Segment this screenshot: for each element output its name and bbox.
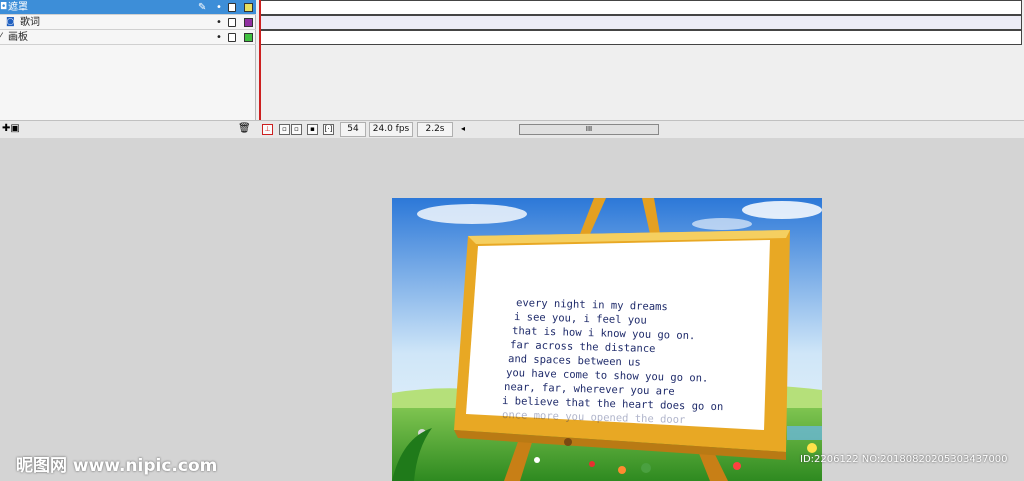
scroll-left-icon[interactable]: ◂ [461, 124, 465, 133]
layer-color-swatch[interactable] [244, 3, 253, 12]
stage-illustration: every night in my dreams i see you, i fe… [392, 198, 822, 481]
lock-icon[interactable] [228, 33, 236, 42]
horizontal-scrollbar[interactable]: III [519, 124, 659, 135]
stage-canvas[interactable]: every night in my dreams i see you, i fe… [392, 198, 822, 481]
layer-name: 歌词 [20, 17, 40, 28]
edit-multiple-frames-icon[interactable]: ▪ [307, 124, 318, 135]
layer-name: 画板 [8, 32, 28, 43]
layer-name: 遮罩 [8, 2, 28, 13]
watermark-id: ID:2206122 NO:20180820205303437000 [800, 454, 1008, 465]
lock-icon[interactable] [228, 3, 236, 12]
add-layer-icon[interactable]: ✚▣ [2, 123, 20, 134]
onion-skin-icon[interactable]: ▫ [279, 124, 290, 135]
lock-icon[interactable] [228, 18, 236, 27]
timeline-panel: ◘ 遮罩 ✎ • ◙ 歌词 • ⁄ 画板 • ✚▣ 🗑 ⊥ ▫ ▫ ▪ [·] … [0, 0, 1024, 138]
frame-rate: 24.0 fps [369, 122, 413, 137]
frame-row-board[interactable] [260, 30, 1022, 45]
frame-row-mask[interactable] [260, 0, 1022, 15]
layer-color-swatch[interactable] [244, 18, 253, 27]
masked-layer-icon: ◙ [6, 17, 15, 27]
frame-grid[interactable] [257, 0, 1024, 120]
playhead[interactable] [259, 0, 261, 120]
layer-list: ◘ 遮罩 ✎ • ◙ 歌词 • ⁄ 画板 • [0, 0, 256, 120]
trash-icon[interactable]: 🗑 [238, 123, 251, 134]
layer-row-lyrics[interactable]: ◙ 歌词 • [0, 15, 256, 30]
frame-row-lyrics[interactable] [260, 15, 1022, 30]
timeline-status-bar: ✚▣ 🗑 ⊥ ▫ ▫ ▪ [·] 54 24.0 fps 2.2s ◂ III [0, 120, 1024, 138]
layer-row-board[interactable]: ⁄ 画板 • [0, 30, 256, 45]
pencil-off-icon[interactable]: ✎ [198, 0, 206, 15]
modify-markers-icon[interactable]: [·] [323, 124, 334, 135]
watermark-logo: 昵图网 www.nipic.com [16, 456, 218, 476]
onion-outline-icon[interactable]: ▫ [291, 124, 302, 135]
layer-color-swatch[interactable] [244, 33, 253, 42]
visibility-dot-icon[interactable]: • [216, 0, 222, 15]
elapsed-time: 2.2s [417, 122, 453, 137]
current-frame: 54 [340, 122, 366, 137]
center-frame-icon[interactable]: ⊥ [262, 124, 273, 135]
layer-row-mask[interactable]: ◘ 遮罩 ✎ • [0, 0, 256, 15]
visibility-dot-icon[interactable]: • [216, 30, 222, 45]
visibility-dot-icon[interactable]: • [216, 15, 222, 30]
